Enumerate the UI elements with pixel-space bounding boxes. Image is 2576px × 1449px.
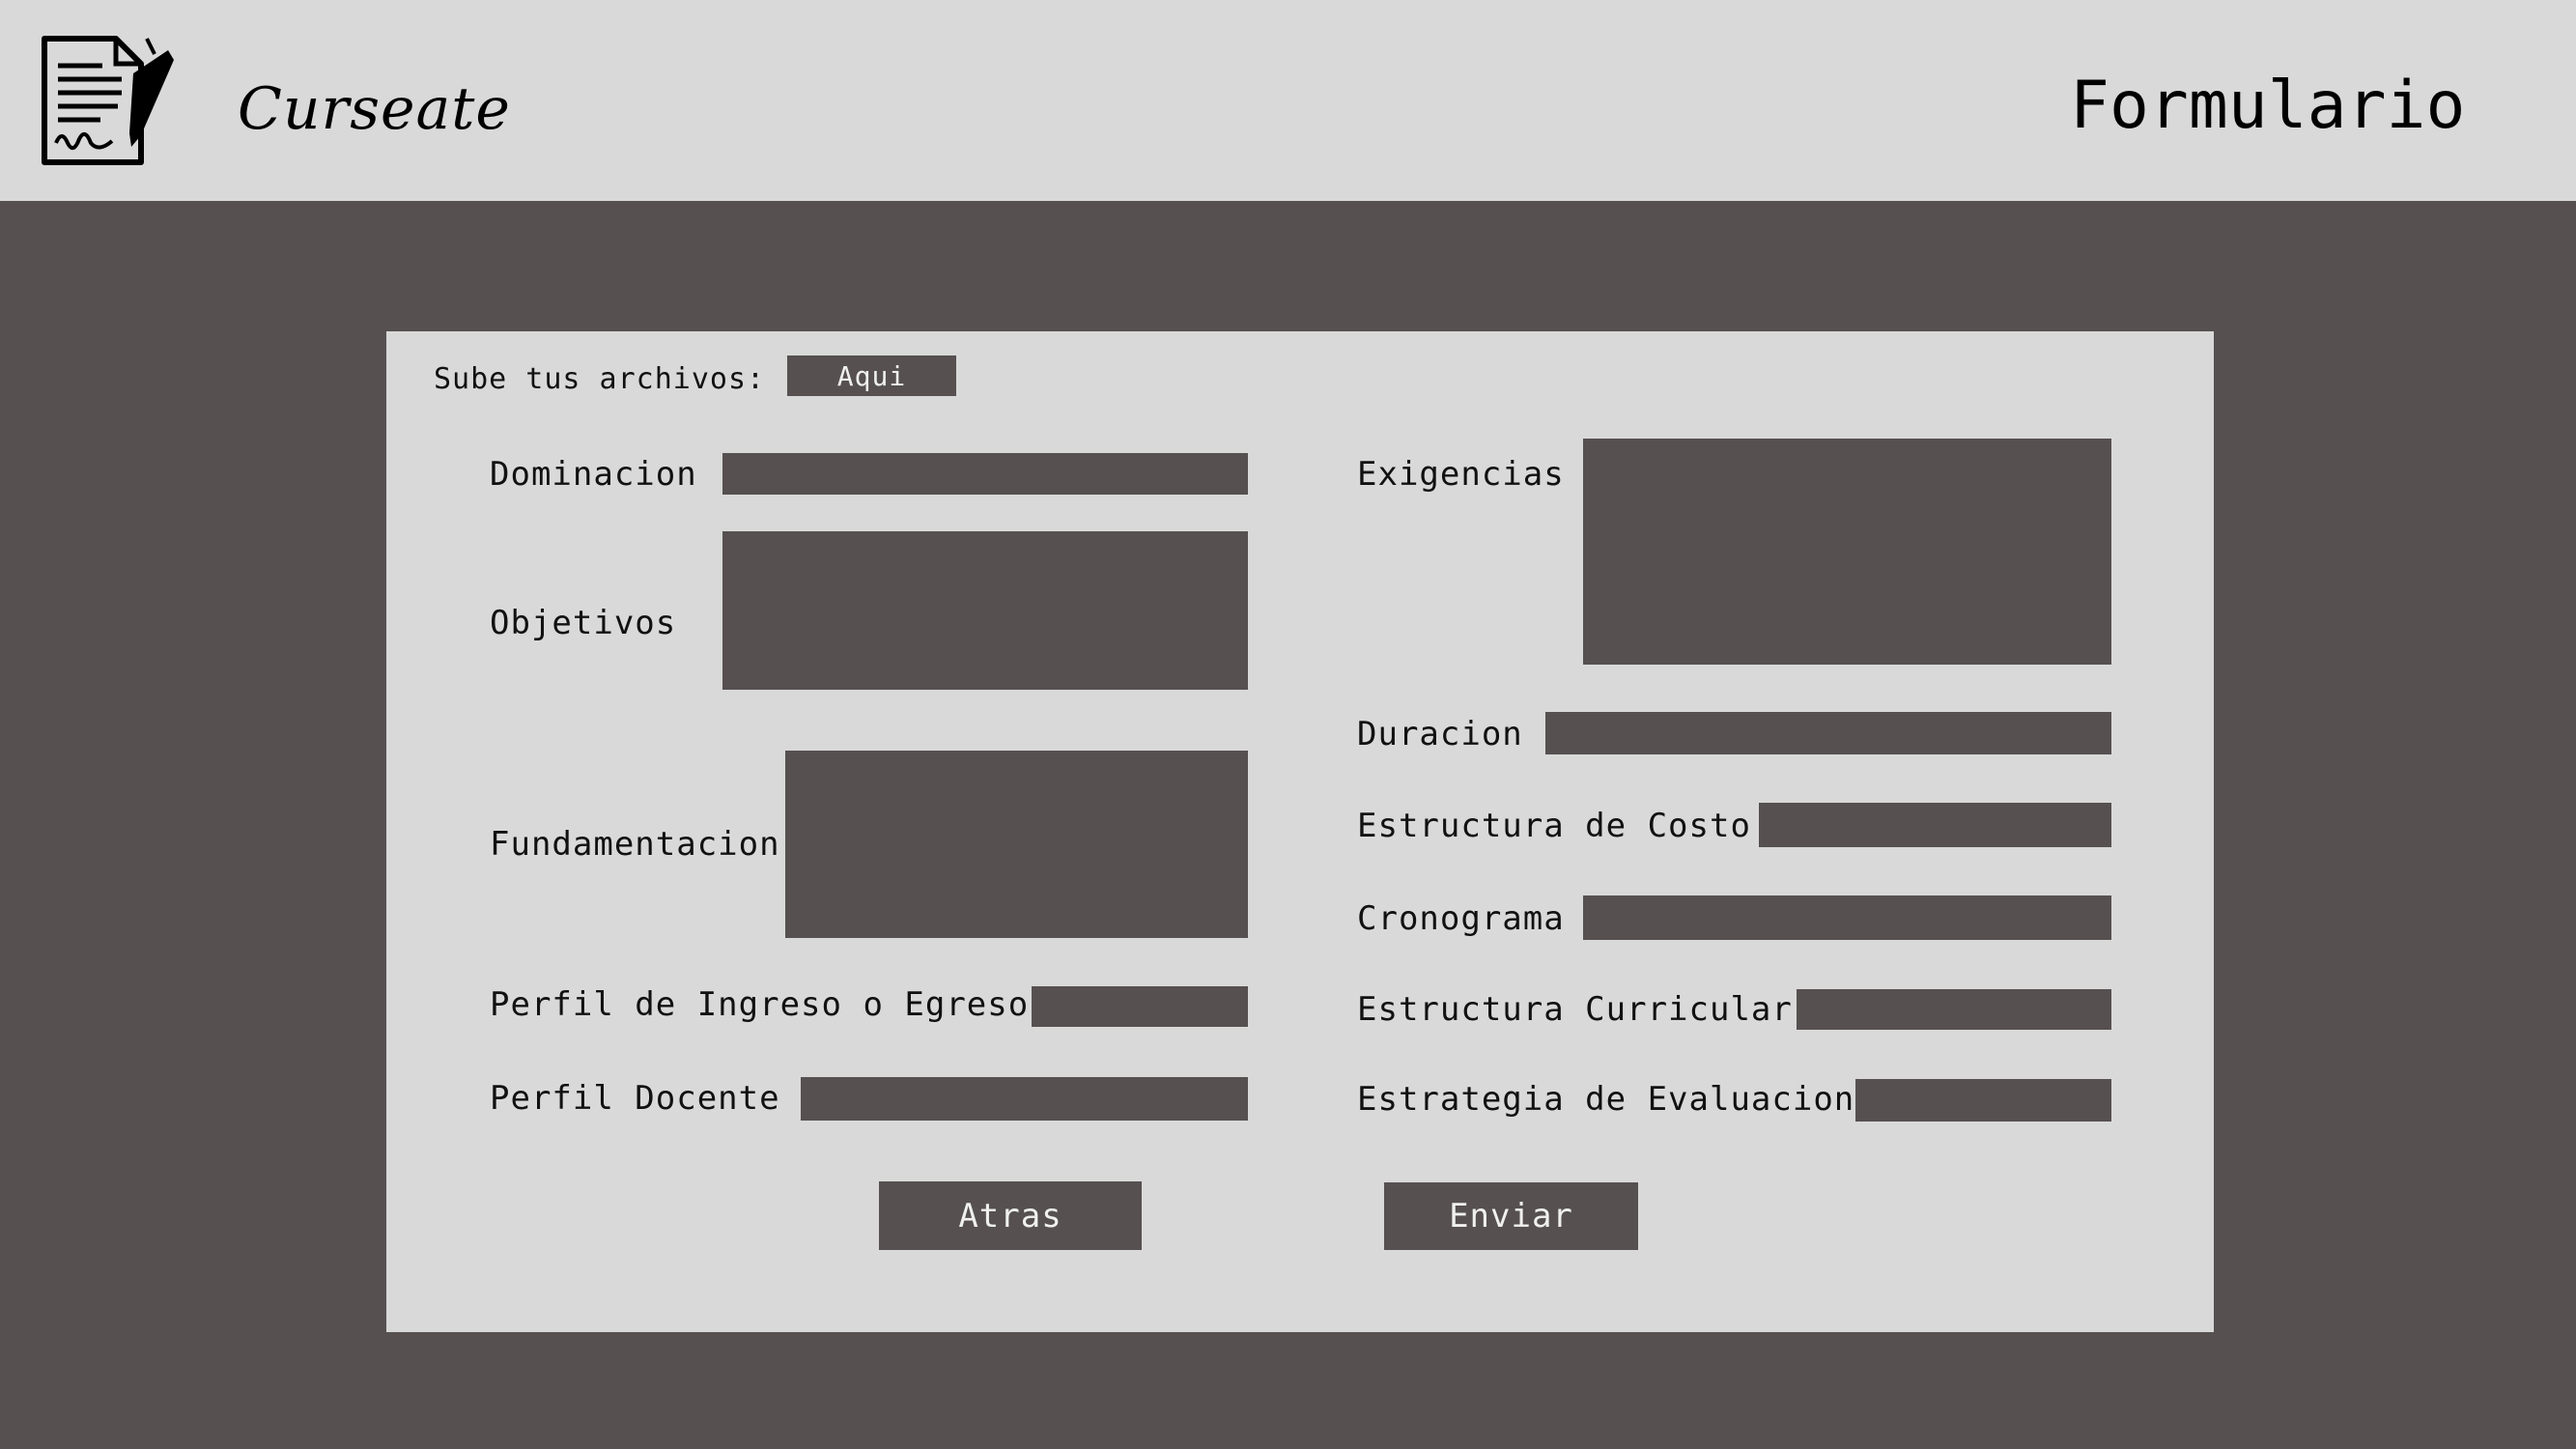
document-with-pen-icon: [42, 36, 174, 165]
label-estructura-curricular: Estructura Curricular: [1357, 990, 1793, 1029]
estrategia-evaluacion-input[interactable]: [1855, 1079, 2111, 1122]
estructura-curricular-input[interactable]: [1797, 989, 2111, 1030]
label-perfil-docente: Perfil Docente: [490, 1079, 780, 1118]
label-estrategia-evaluacion: Estrategia de Evaluacion: [1357, 1080, 1855, 1119]
objetivos-textarea[interactable]: [722, 531, 1248, 690]
exigencias-textarea[interactable]: [1583, 439, 2111, 665]
perfil-ingreso-input[interactable]: [1032, 986, 1248, 1027]
back-button[interactable]: Atras: [879, 1181, 1142, 1250]
estructura-costo-input[interactable]: [1759, 803, 2111, 847]
duracion-input[interactable]: [1545, 712, 2111, 754]
fundamentacion-textarea[interactable]: [785, 751, 1248, 938]
label-perfil-ingreso: Perfil de Ingreso o Egreso: [490, 985, 1030, 1024]
form-panel: Sube tus archivos: Aqui Dominacion Objet…: [386, 331, 2214, 1332]
cronograma-input[interactable]: [1583, 895, 2111, 940]
label-estructura-costo: Estructura de Costo: [1357, 807, 1751, 845]
submit-button[interactable]: Enviar: [1384, 1182, 1638, 1250]
upload-label: Sube tus archivos:: [434, 362, 766, 396]
upload-button[interactable]: Aqui: [787, 355, 956, 396]
label-duracion: Duracion: [1357, 715, 1523, 753]
perfil-docente-input[interactable]: [801, 1077, 1248, 1121]
dominacion-input[interactable]: [722, 453, 1248, 495]
page-title: Formulario: [2070, 68, 2466, 144]
app-header: Curseate Formulario: [0, 0, 2576, 201]
label-fundamentacion: Fundamentacion: [490, 825, 780, 864]
label-objetivos: Objetivos: [490, 604, 677, 642]
label-cronograma: Cronograma: [1357, 899, 1565, 938]
brand-name: Curseate: [238, 75, 511, 143]
label-exigencias: Exigencias: [1357, 455, 1565, 494]
label-dominacion: Dominacion: [490, 455, 697, 494]
